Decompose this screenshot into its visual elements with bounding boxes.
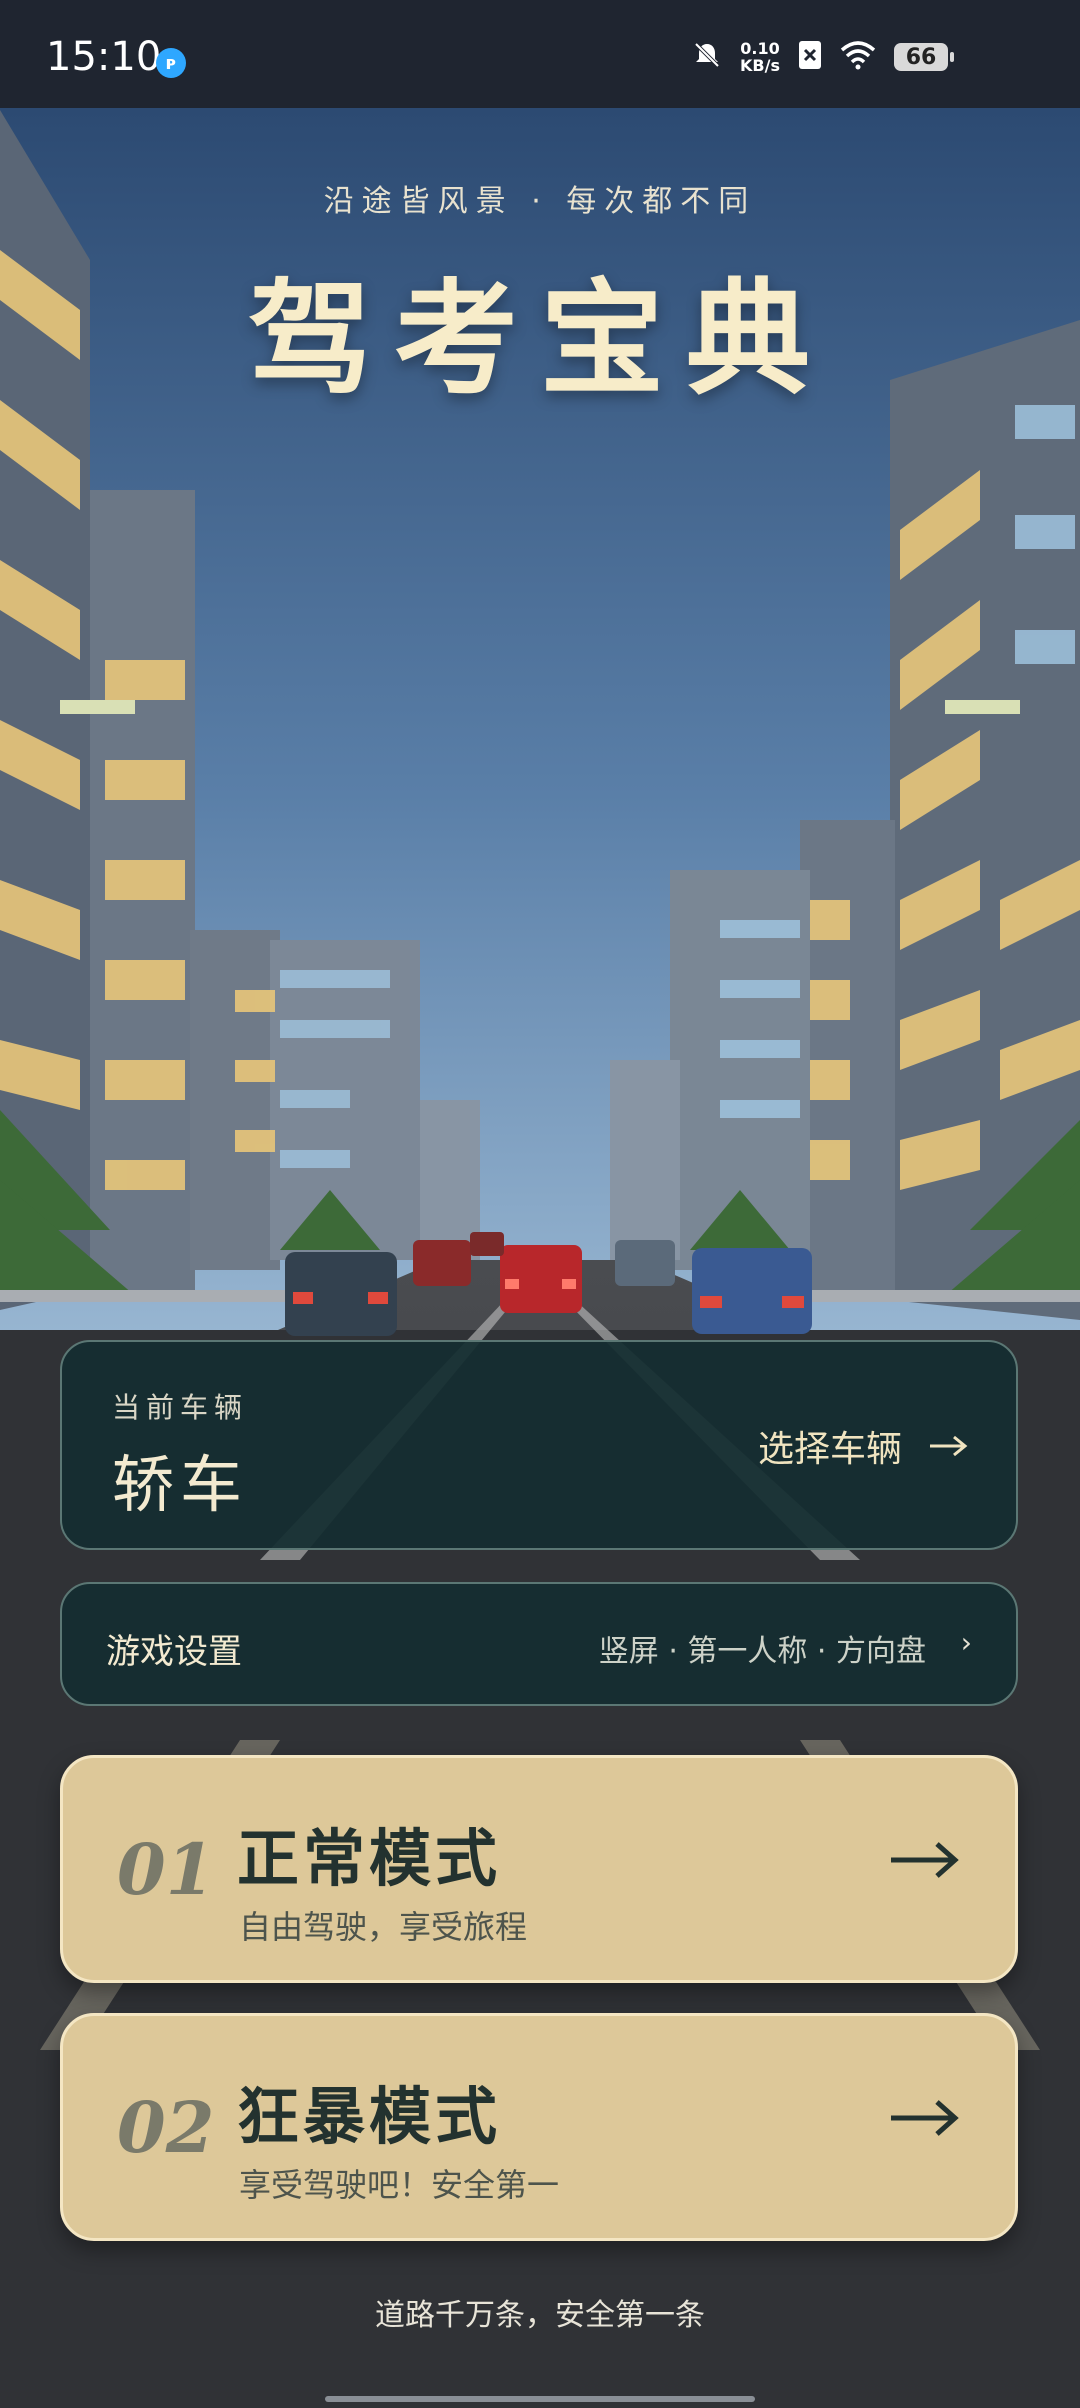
crazy-mode-button[interactable]: 02 狂暴模式 享受驾驶吧！安全第一 (60, 2013, 1018, 2241)
select-vehicle-button[interactable]: 选择车辆 (758, 1420, 968, 1472)
battery-icon: 66 (894, 43, 954, 71)
sim-off-icon (798, 40, 822, 74)
current-vehicle-name: 轿车 (112, 1448, 249, 1521)
current-vehicle-card: 当前车辆 轿车 选择车辆 (60, 1340, 1018, 1550)
game-settings-summary: 竖屏 · 第一人称 · 方向盘 (598, 1634, 926, 1669)
network-speed-value: 0.10 (740, 39, 780, 58)
mute-bell-icon (692, 40, 722, 74)
app-badge-icon: ᴘ (156, 48, 186, 78)
game-settings-button[interactable]: 游戏设置 竖屏 · 第一人称 · 方向盘 › (60, 1582, 1018, 1706)
current-vehicle-caption: 当前车辆 (112, 1391, 249, 1424)
network-speed: 0.10 KB/s (740, 40, 780, 74)
mode-title: 狂暴模式 (237, 2080, 502, 2153)
home-indicator[interactable] (325, 2396, 755, 2402)
mode-description: 自由驾驶，享受旅程 (239, 1908, 528, 1946)
select-vehicle-label: 选择车辆 (757, 1429, 902, 1470)
mode-description: 享受驾驶吧！安全第一 (239, 2166, 560, 2204)
mode-index: 01 (117, 1828, 215, 1911)
normal-mode-button[interactable]: 01 正常模式 自由驾驶，享受旅程 (60, 1755, 1018, 1983)
status-icons: 0.10 KB/s 66 (692, 40, 954, 74)
mode-index: 02 (117, 2086, 215, 2169)
mode-title: 正常模式 (237, 1822, 502, 1895)
arrow-right-icon (889, 1840, 959, 1884)
chevron-right-icon: › (960, 1626, 972, 1659)
status-bar: 15:10 ᴘ 0.10 KB/s 66 (0, 0, 1080, 108)
arrow-right-icon (928, 1426, 968, 1467)
app-title: 驾考宝典 (247, 268, 832, 412)
arrow-right-icon (889, 2098, 959, 2142)
network-speed-unit: KB/s (740, 56, 780, 75)
tagline: 沿途皆风景 · 每次都不同 (323, 184, 757, 219)
footer-slogan: 道路千万条，安全第一条 (375, 2298, 705, 2333)
wifi-icon (840, 40, 876, 74)
status-time: 15:10 (46, 34, 162, 80)
game-settings-label: 游戏设置 (106, 1632, 242, 1672)
